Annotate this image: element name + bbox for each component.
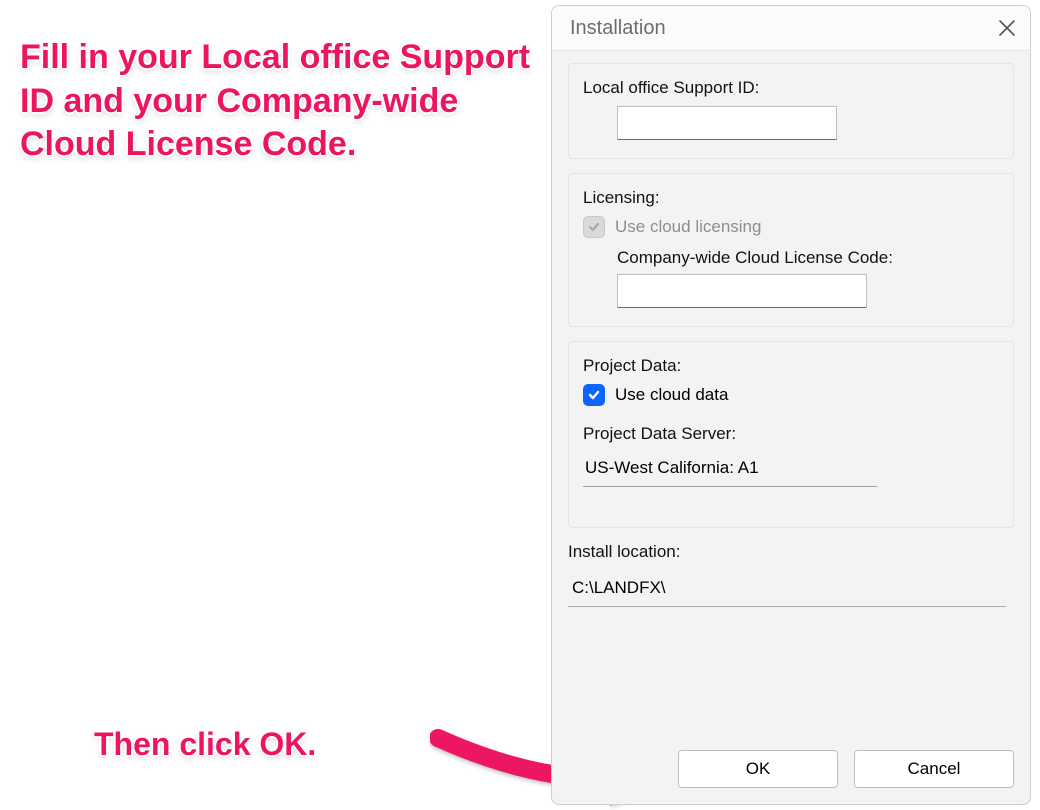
install-location-group: Install location: — [568, 542, 1014, 607]
licensing-group: Licensing: Use cloud licensing Company-w… — [568, 173, 1014, 327]
project-data-group: Project Data: Use cloud data Project Dat… — [568, 341, 1014, 528]
licensing-section-label: Licensing: — [583, 188, 999, 208]
install-location-input[interactable] — [568, 570, 1006, 607]
use-cloud-licensing-checkbox[interactable] — [583, 216, 605, 238]
annotation-main-instruction: Fill in your Local office Support ID and… — [20, 36, 540, 167]
project-data-server-label: Project Data Server: — [583, 424, 999, 444]
project-data-section-label: Project Data: — [583, 356, 999, 376]
cloud-license-code-input[interactable] — [617, 274, 867, 308]
cloud-license-code-label: Company-wide Cloud License Code: — [617, 248, 999, 268]
cancel-button[interactable]: Cancel — [854, 750, 1014, 788]
use-cloud-licensing-label: Use cloud licensing — [615, 217, 761, 237]
use-cloud-data-label: Use cloud data — [615, 385, 728, 405]
dialog-title: Installation — [570, 17, 666, 40]
support-id-group: Local office Support ID: — [568, 63, 1014, 159]
annotation-click-ok: Then click OK. — [94, 724, 316, 765]
use-cloud-data-checkbox[interactable] — [583, 384, 605, 406]
dialog-titlebar: Installation — [552, 6, 1030, 51]
support-id-label: Local office Support ID: — [583, 78, 999, 98]
project-data-server-select[interactable] — [583, 450, 877, 487]
close-icon[interactable] — [998, 19, 1016, 37]
ok-button[interactable]: OK — [678, 750, 838, 788]
install-location-label: Install location: — [568, 542, 1014, 562]
support-id-input[interactable] — [617, 106, 837, 140]
installation-dialog: Installation Local office Support ID: Li… — [551, 5, 1031, 805]
